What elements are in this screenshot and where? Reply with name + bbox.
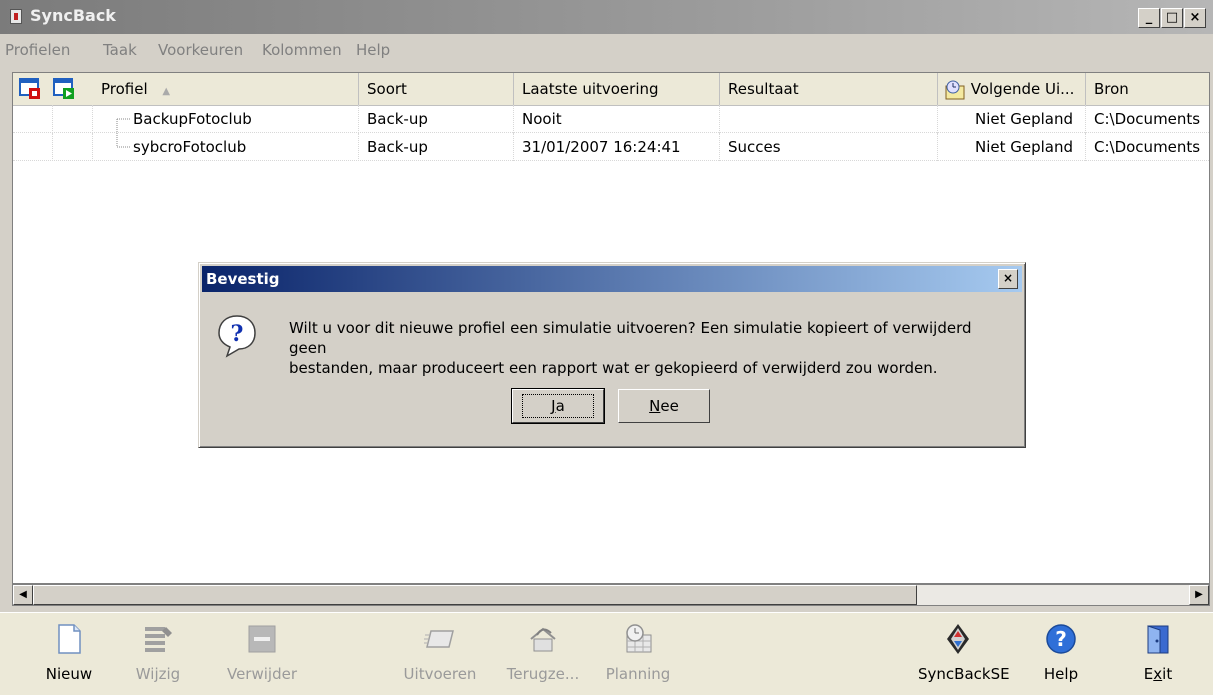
delete-button[interactable]: Verwijder: [222, 613, 302, 693]
restore-label: Terugze...: [506, 665, 580, 683]
result-cell: [720, 105, 938, 133]
column-profiel[interactable]: Profiel ▲: [93, 73, 359, 105]
row-check-cell: [13, 133, 53, 161]
column-profiel-label: Profiel: [101, 80, 148, 98]
column-soort[interactable]: Soort: [359, 73, 514, 105]
menu-voorkeuren[interactable]: Voorkeuren: [158, 41, 243, 59]
new-document-icon: [58, 624, 81, 654]
scroll-thumb[interactable]: [33, 585, 917, 605]
new-label: Nieuw: [45, 665, 93, 683]
dialog-close-button[interactable]: ×: [998, 269, 1018, 289]
exit-button[interactable]: Exit: [1118, 613, 1198, 693]
source-cell: C:\Documents: [1094, 110, 1201, 128]
profile-type-cell: Back-up: [359, 133, 514, 161]
column-resultaat[interactable]: Resultaat: [720, 73, 938, 105]
table-row[interactable]: BackupFotoclub Back-up Nooit Niet Geplan…: [13, 105, 1209, 133]
last-run-cell: 31/01/2007 16:24:41: [514, 133, 720, 161]
last-run-cell: Nooit: [514, 105, 720, 133]
menu-kolommen[interactable]: Kolommen: [262, 41, 342, 59]
restore-icon: [530, 627, 556, 652]
exit-door-icon: [1147, 625, 1169, 654]
main-window: SyncBack _ □ × Profielen Taak Voorkeuren…: [0, 0, 1213, 695]
maximize-button[interactable]: □: [1161, 8, 1183, 28]
help-button[interactable]: ? Help: [1021, 613, 1101, 693]
run-icon: [424, 630, 454, 648]
run-icon[interactable]: [53, 77, 77, 101]
table-row[interactable]: sybcroFotoclub Back-up 31/01/2007 16:24:…: [13, 133, 1209, 161]
yes-button[interactable]: Ja: [511, 388, 605, 424]
svg-text:?: ?: [231, 321, 244, 347]
column-bron[interactable]: Bron: [1086, 73, 1209, 105]
column-volgende-label: Volgende Ui...: [970, 80, 1075, 98]
dialog-title-bar[interactable]: Bevestig ×: [202, 266, 1022, 292]
menu-bar: Profielen Taak Voorkeuren Kolommen Help: [0, 36, 1213, 62]
delete-icon: [248, 625, 276, 653]
syncbackse-button[interactable]: SyncBackSE: [918, 613, 1010, 693]
help-icon: ?: [1046, 624, 1076, 654]
next-run-cell: Niet Gepland: [938, 105, 1086, 133]
confirm-dialog: Bevestig × ? Wilt u voor dit nieuwe prof…: [198, 262, 1026, 448]
schedule-label: Planning: [605, 665, 671, 683]
exit-label: Exit: [1143, 665, 1173, 683]
next-run-cell: Niet Gepland: [938, 133, 1086, 161]
row-check-cell: [53, 133, 93, 161]
dialog-title: Bevestig: [206, 270, 280, 288]
dialog-message-line: Wilt u voor dit nieuwe profiel een simul…: [289, 319, 972, 357]
header-icons: [13, 73, 93, 105]
result-cell: Succes: [720, 133, 938, 161]
schedule-icon: [626, 624, 652, 653]
syncbackse-icon: [947, 624, 969, 654]
schedule-icon: [945, 80, 965, 99]
list-header: Profiel ▲ Soort Laatste uitvoering Resul…: [13, 73, 1209, 106]
row-check-cell: [53, 105, 93, 133]
profile-type-cell: Back-up: [359, 105, 514, 133]
scroll-left-button[interactable]: ◀: [13, 585, 33, 605]
no-button[interactable]: Nee: [618, 389, 710, 423]
app-icon: [10, 9, 22, 24]
run-button[interactable]: Uitvoeren: [400, 613, 480, 693]
scroll-right-button[interactable]: ▶: [1189, 585, 1209, 605]
delete-label: Verwijder: [226, 665, 297, 683]
schedule-button[interactable]: Planning: [598, 613, 678, 693]
syncbackse-label: SyncBackSE: [918, 665, 1010, 683]
menu-help[interactable]: Help: [356, 41, 390, 59]
menu-profielen[interactable]: Profielen: [5, 41, 70, 59]
bottom-toolbar: Nieuw Wijzig Verwijder Uitvoeren Terugze…: [0, 612, 1213, 695]
horizontal-scrollbar[interactable]: ◀ ▶: [12, 584, 1210, 606]
menu-taak[interactable]: Taak: [103, 41, 137, 59]
column-laatste-uitvoering[interactable]: Laatste uitvoering: [514, 73, 720, 105]
run-label: Uitvoeren: [403, 665, 477, 683]
row-check-cell: [13, 105, 53, 133]
window-title: SyncBack: [30, 6, 116, 25]
dialog-message: Wilt u voor dit nieuwe profiel een simul…: [289, 318, 1009, 378]
tree-lines: [116, 118, 131, 148]
question-icon: ?: [218, 315, 256, 358]
svg-text:?: ?: [1055, 627, 1067, 651]
column-volgende-uitvoering[interactable]: Volgende Ui...: [938, 73, 1086, 105]
source-cell: C:\Documents: [1094, 138, 1201, 156]
sort-ascending-icon: ▲: [162, 86, 171, 97]
edit-button[interactable]: Wijzig: [118, 613, 198, 693]
edit-list-icon: [145, 627, 172, 652]
minimize-button[interactable]: _: [1138, 8, 1160, 28]
edit-label: Wijzig: [135, 665, 181, 683]
new-button[interactable]: Nieuw: [29, 613, 109, 693]
restore-button[interactable]: Terugze...: [503, 613, 583, 693]
close-button[interactable]: ×: [1184, 8, 1206, 28]
dialog-message-line: bestanden, maar produceert een rapport w…: [289, 359, 938, 377]
stop-icon[interactable]: [19, 77, 43, 101]
help-label: Help: [1043, 665, 1079, 683]
title-bar[interactable]: SyncBack _ □ ×: [0, 0, 1213, 34]
